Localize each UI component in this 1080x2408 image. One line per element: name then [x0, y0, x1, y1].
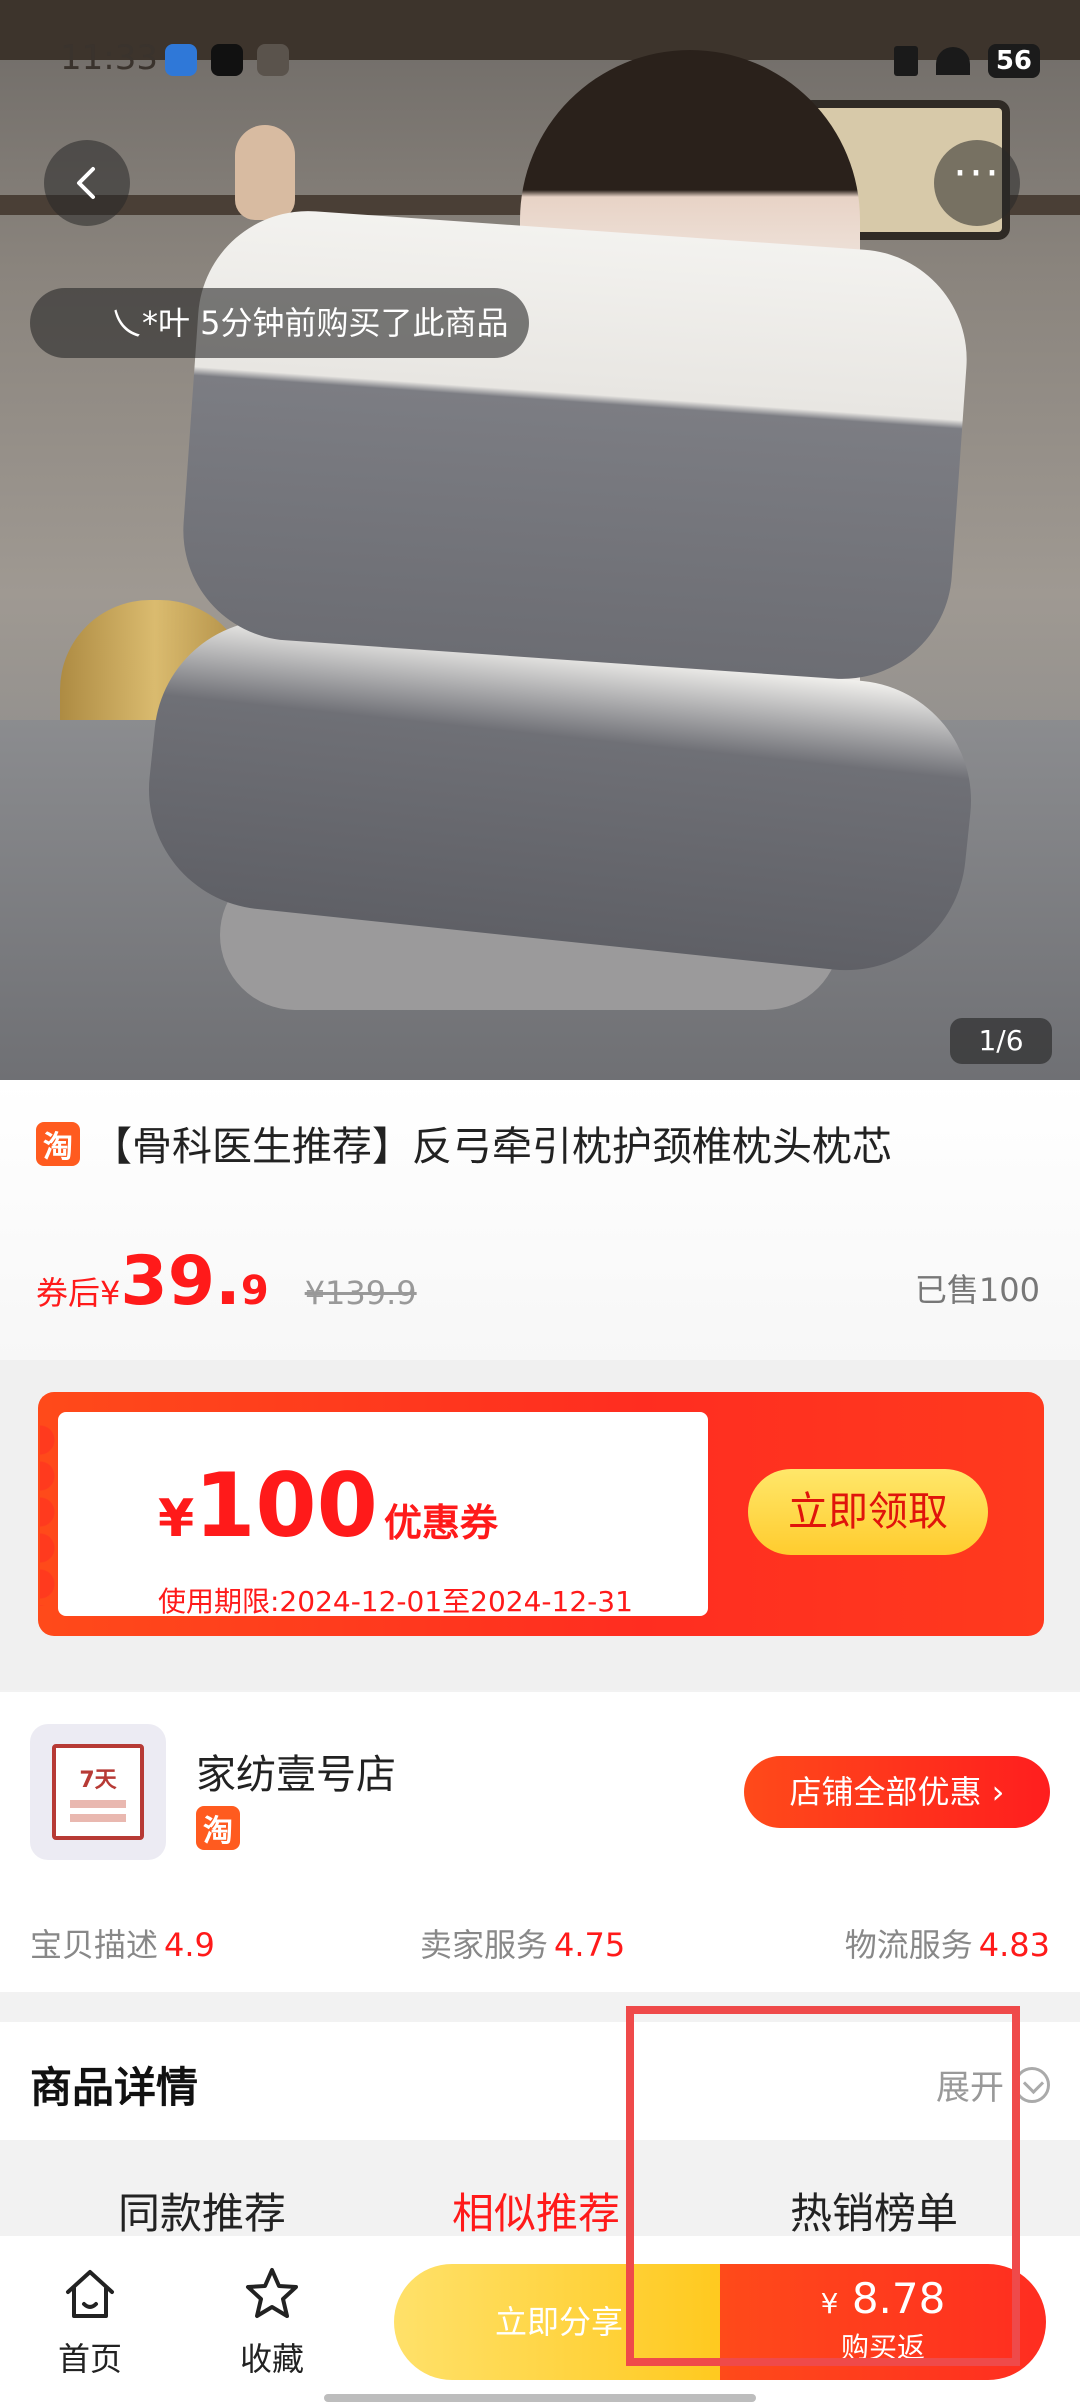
product-title: 【骨科医生推荐】反弓牵引枕护颈椎枕头枕芯: [92, 1124, 892, 1170]
store-logo[interactable]: 7天: [30, 1724, 166, 1860]
product-image-carousel[interactable]: 11:33 56 ··· 乀*叶 5分钟前购买了此商品 1/6: [0, 0, 1080, 1080]
battery-icon: 56: [987, 44, 1040, 78]
image-counter: 1/6: [950, 1018, 1052, 1064]
buy-rebate-button[interactable]: ¥ 8.78 购买返: [720, 2264, 1046, 2380]
rating-label: 物流服务: [844, 1926, 973, 1964]
details-title: 商品详情: [30, 2063, 199, 2112]
rating-value: 4.9: [164, 1926, 215, 1964]
sold-count: 已售100: [914, 1271, 1040, 1309]
status-time: 11:33: [60, 38, 158, 78]
wifi-icon: [935, 47, 970, 75]
coupon-body: ¥ 100 优惠券 使用期限:2024-12-01至2024-12-31: [40, 1412, 708, 1618]
product-info: 淘 【骨科医生推荐】反弓牵引枕护颈椎枕头枕芯 券后¥ 39. 9 ¥139.9 …: [0, 1080, 1080, 1360]
expand-label: 展开: [936, 2068, 1004, 2108]
coupon-currency: ¥: [158, 1489, 195, 1549]
home-icon: [66, 2270, 114, 2318]
tab-bestsellers[interactable]: 热销榜单: [790, 2180, 958, 2241]
store-section: 7天 家纺壹号店 淘 店铺全部优惠 › 宝贝描述 4.9 卖家服务 4.75 物流服…: [0, 1692, 1080, 1992]
tiktok-icon: [211, 44, 243, 76]
price-integer: 39.: [120, 1242, 241, 1321]
product-details-header: 商品详情 展开: [0, 2022, 1080, 2140]
status-right: 56: [893, 44, 1040, 78]
tab-same-style[interactable]: 同款推荐: [118, 2180, 286, 2241]
recommendation-tabs: 同款推荐 相似推荐 热销榜单: [0, 2140, 1080, 2238]
more-button[interactable]: ···: [934, 140, 1020, 226]
coupon-card[interactable]: ¥ 100 优惠券 使用期限:2024-12-01至2024-12-31 立即领…: [38, 1392, 1044, 1636]
back-button[interactable]: [44, 140, 130, 226]
share-button[interactable]: 立即分享: [394, 2264, 724, 2380]
bottom-action-bar: 首页 收藏 立即分享 ¥ 8.78 购买返: [0, 2236, 1080, 2408]
rating-value: 4.83: [978, 1926, 1050, 1964]
rating-label: 卖家服务: [420, 1926, 549, 1964]
vase-decoration: [235, 125, 295, 220]
store-logo-text: 7天: [79, 1768, 117, 1793]
store-logo-line: [70, 1814, 126, 1822]
nav-favorite[interactable]: 收藏: [212, 2264, 332, 2380]
rating-label: 宝贝描述: [30, 1926, 159, 1964]
store-logo-line: [70, 1800, 126, 1808]
app-icon: [165, 44, 197, 76]
coupon-label: 优惠券: [383, 1501, 498, 1545]
more-icon: ···: [953, 148, 1001, 199]
star-icon: [246, 2268, 298, 2318]
rating-logistics: 物流服务 4.83: [845, 1920, 1050, 1966]
coupon-value: 100: [194, 1454, 378, 1557]
nav-home-label: 首页: [57, 2340, 122, 2378]
status-app-icons: [165, 44, 289, 76]
app-icon: [257, 44, 289, 76]
rebate-amount: ¥ 8.78: [720, 2264, 1046, 2322]
chevron-down-icon: [1014, 2066, 1050, 2103]
sim-icon: [893, 46, 918, 76]
original-price: ¥139.9: [304, 1274, 417, 1312]
rebate-currency: ¥: [820, 2287, 839, 2320]
nav-favorite-label: 收藏: [239, 2340, 304, 2378]
price-prefix: 券后¥: [36, 1274, 121, 1312]
claim-coupon-button[interactable]: 立即领取: [748, 1469, 988, 1555]
store-all-deals-button[interactable]: 店铺全部优惠 ›: [744, 1756, 1050, 1828]
home-indicator[interactable]: [324, 2394, 756, 2402]
coupon-validity: 使用期限:2024-12-01至2024-12-31: [158, 1585, 633, 1618]
store-logo-card: 7天: [52, 1744, 144, 1840]
taobao-badge-icon: 淘: [196, 1806, 240, 1850]
rebate-value: 8.78: [851, 2274, 946, 2323]
rating-value: 4.75: [554, 1926, 626, 1964]
rating-service: 卖家服务 4.75: [420, 1920, 625, 1966]
coupon-section: ¥ 100 优惠券 使用期限:2024-12-01至2024-12-31 立即领…: [0, 1360, 1080, 1690]
rating-description: 宝贝描述 4.9: [30, 1920, 215, 1966]
status-bar: 11:33 56: [0, 0, 1080, 90]
tab-similar[interactable]: 相似推荐: [452, 2180, 620, 2241]
recent-purchase-toast: 乀*叶 5分钟前购买了此商品: [30, 288, 529, 358]
taobao-badge-icon: 淘: [36, 1122, 80, 1166]
nav-home[interactable]: 首页: [30, 2264, 150, 2380]
price-decimal: 9: [240, 1268, 269, 1314]
store-name[interactable]: 家纺壹号店: [196, 1742, 396, 1800]
buy-rebate-label: 购买返: [840, 2331, 925, 2365]
pillow-image: [175, 203, 975, 687]
price: 券后¥ 39. 9 ¥139.9: [36, 1248, 417, 1316]
coupon-amount: ¥ 100 优惠券: [158, 1462, 498, 1550]
expand-details-toggle[interactable]: 展开: [936, 2060, 1050, 2109]
chevron-left-icon: [77, 167, 95, 199]
